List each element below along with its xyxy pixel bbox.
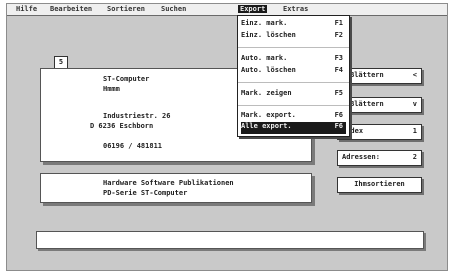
menu-item-label: Auto. mark.	[241, 54, 288, 62]
subject-line-1: Hardware Software Publikationen	[103, 179, 234, 187]
shortcut-key: F3	[334, 54, 343, 62]
menu-sortieren[interactable]: Sortieren	[107, 5, 145, 13]
menu-suchen[interactable]: Suchen	[161, 5, 186, 13]
menu-hilfe[interactable]: Hilfe	[16, 5, 37, 13]
menu-bearbeiten[interactable]: Bearbeiten	[50, 5, 92, 13]
app-window: Hilfe Bearbeiten Sortieren Suchen Export…	[6, 3, 448, 271]
subject-panel: Hardware Software Publikationen PD-Serie…	[40, 173, 312, 203]
status-bar	[36, 231, 424, 249]
adressen-value: 2	[412, 153, 417, 161]
blaettern-back-button[interactable]: Blättern v	[345, 97, 422, 113]
menu-item-label: Einz. löschen	[241, 31, 296, 39]
address-line-name: Hmmm	[103, 85, 120, 93]
menu-item-alle-export[interactable]: Alle export. F6	[241, 122, 346, 134]
blaettern-back-label: Blättern	[350, 100, 384, 108]
menu-item-label: Einz. mark.	[241, 19, 288, 27]
adressen-label: Adressen:	[342, 153, 380, 161]
shortcut-key: F6	[334, 122, 343, 130]
menu-divider	[238, 47, 349, 48]
menu-extras[interactable]: Extras	[283, 5, 308, 13]
menu-divider	[238, 105, 349, 106]
menu-bar: Hilfe Bearbeiten Sortieren Suchen Export…	[7, 4, 447, 16]
export-dropdown: Einz. mark. F1 Einz. löschen F2 Auto. ma…	[237, 15, 350, 137]
shortcut-key: F2	[334, 31, 343, 39]
address-line-phone: 06196 / 481811	[103, 142, 163, 150]
menu-export[interactable]: Export	[238, 5, 268, 13]
menu-item-label: Auto. löschen	[241, 66, 296, 74]
menu-item-einz-mark[interactable]: Einz. mark. F1	[241, 19, 346, 31]
menu-item-label: Mark. zeigen	[241, 89, 292, 97]
arrow-left-icon: <	[412, 71, 417, 79]
shortcut-key: F6	[334, 111, 343, 119]
menu-item-einz-loeschen[interactable]: Einz. löschen F2	[241, 31, 346, 43]
subject-line-2: PD-Serie ST-Computer	[103, 189, 188, 197]
menu-item-mark-zeigen[interactable]: Mark. zeigen F5	[241, 89, 346, 101]
index-value: 1	[412, 127, 417, 135]
menu-item-label: Alle export.	[241, 122, 292, 130]
adressen-button[interactable]: Adressen: 2	[337, 150, 422, 166]
address-line-street: Industriestr. 26	[103, 112, 171, 120]
menu-item-auto-loeschen[interactable]: Auto. löschen F4	[241, 66, 346, 78]
address-line-city: D 6236 Eschborn	[90, 122, 154, 130]
address-line-company: ST-Computer	[103, 75, 150, 83]
sort-label: Ihmsortieren	[354, 180, 405, 188]
sort-button[interactable]: Ihmsortieren	[337, 177, 422, 193]
menu-divider	[238, 82, 349, 83]
shortcut-key: F1	[334, 19, 343, 27]
shortcut-key: F5	[334, 89, 343, 97]
blaettern-forward-label: Blättern	[350, 71, 384, 79]
menu-item-auto-mark[interactable]: Auto. mark. F3	[241, 54, 346, 66]
menu-item-label: Mark. export.	[241, 111, 296, 119]
shortcut-key: F4	[334, 66, 343, 74]
arrow-down-icon: v	[412, 100, 417, 108]
blaettern-forward-button[interactable]: Blättern <	[345, 68, 422, 84]
